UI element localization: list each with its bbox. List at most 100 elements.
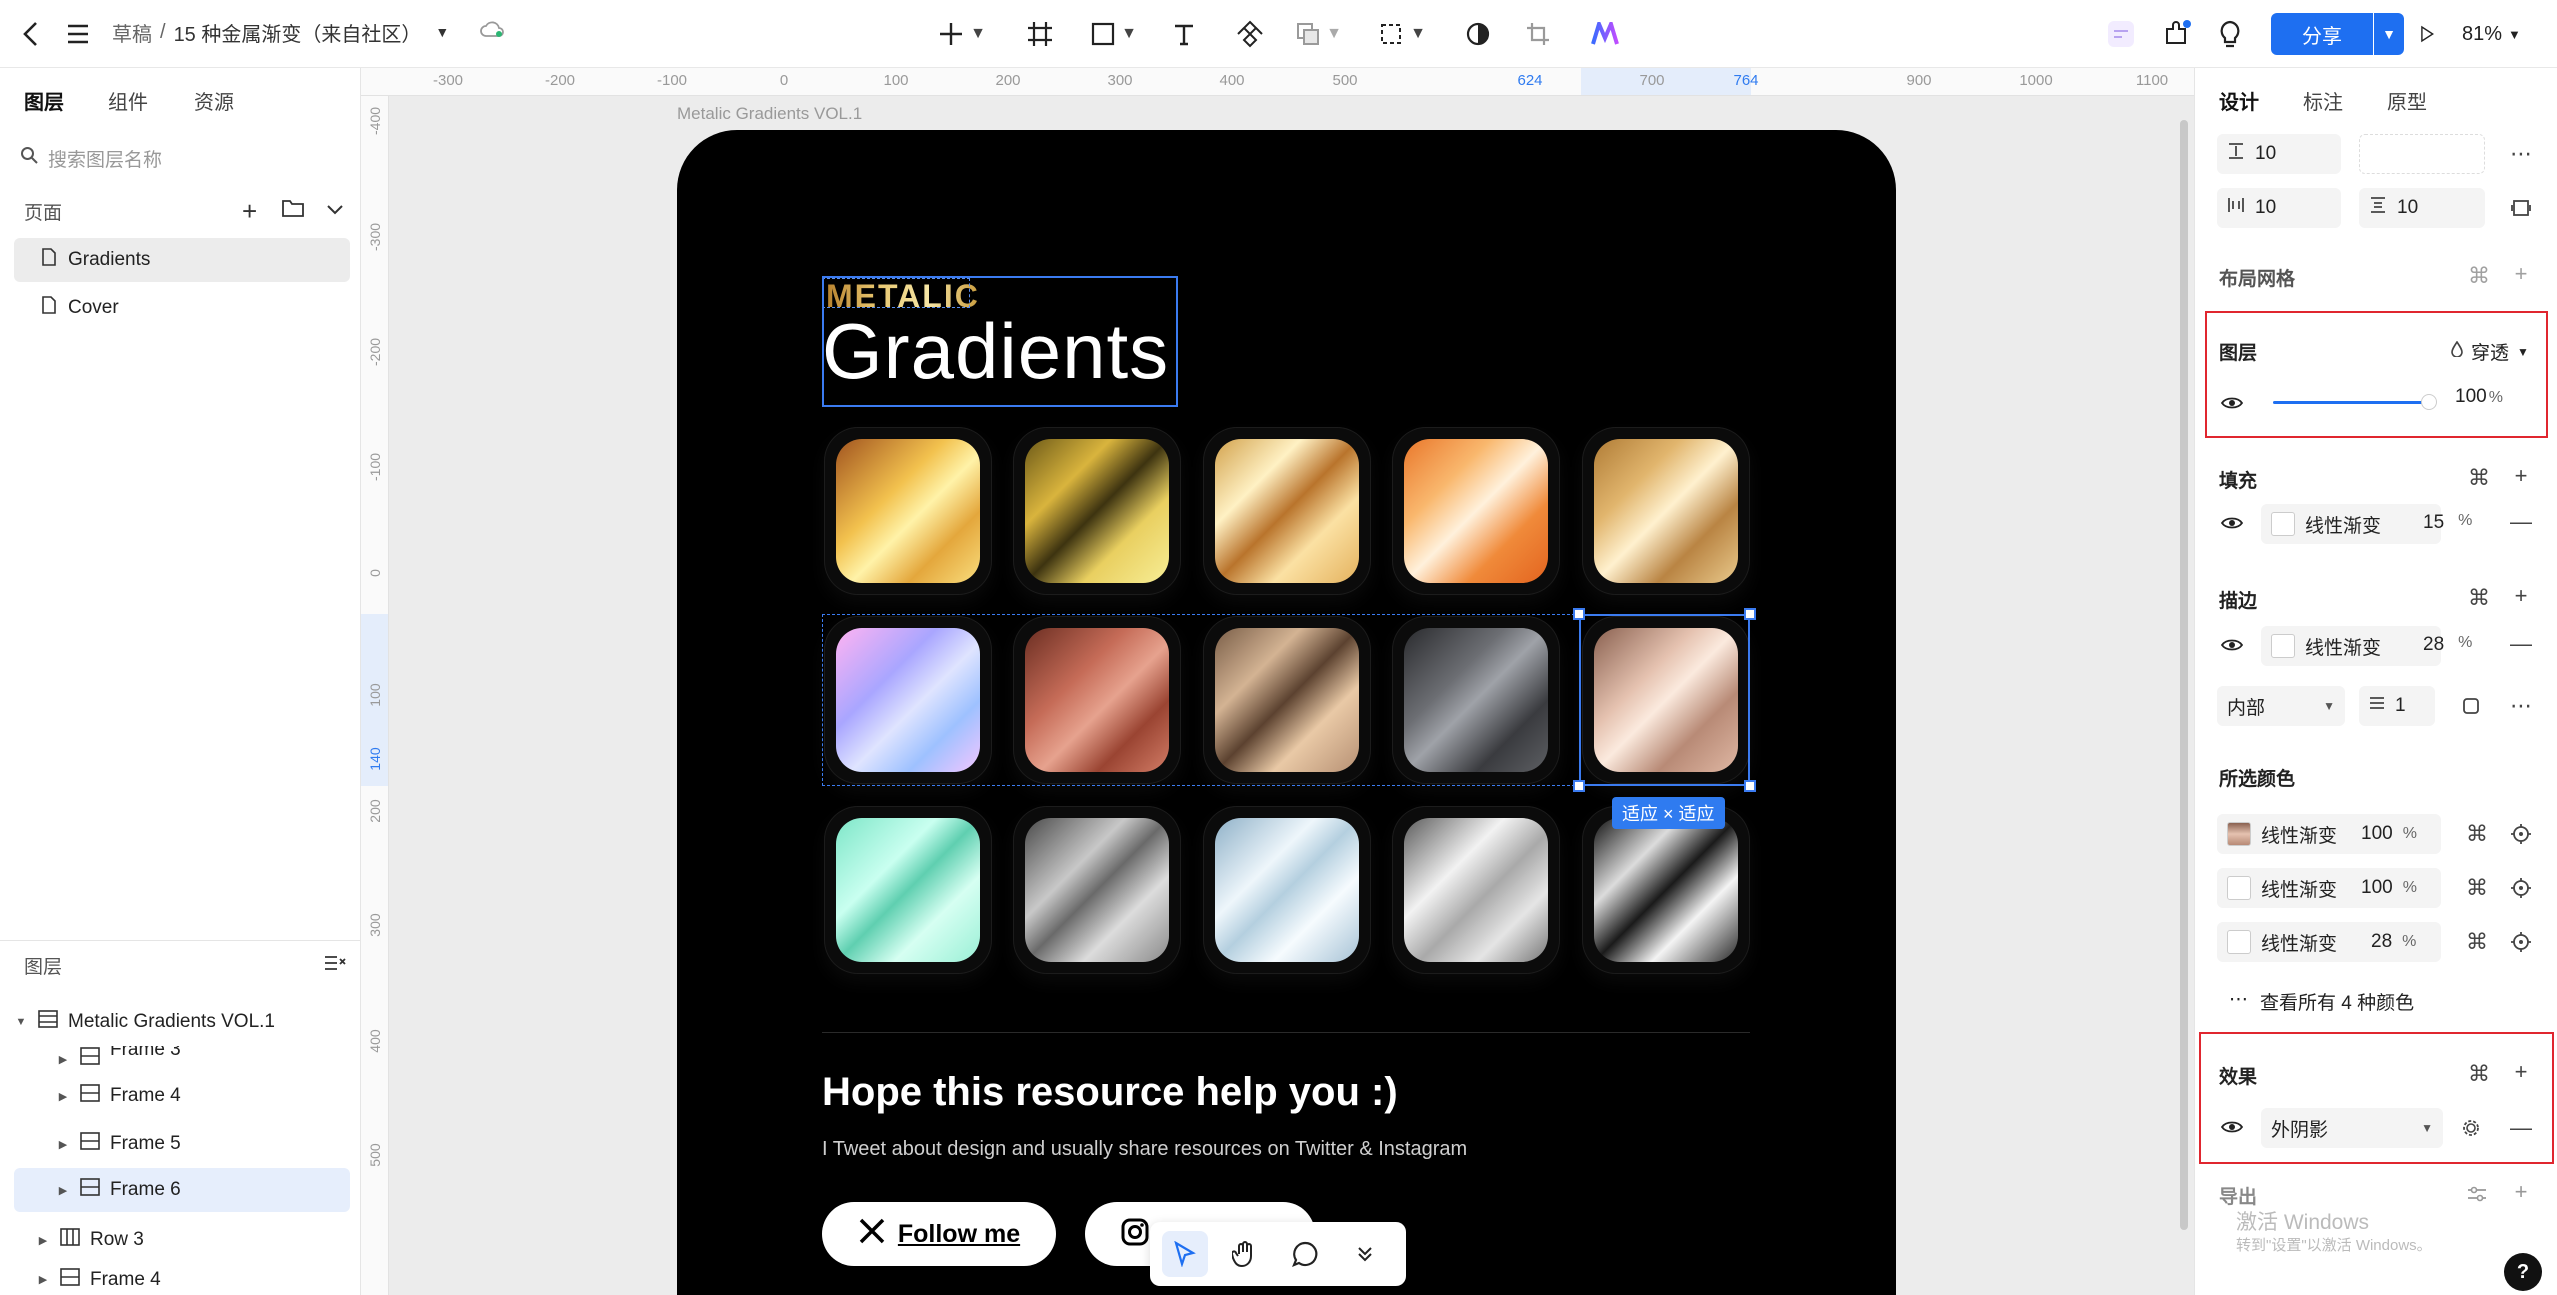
padding-top-field[interactable]: 10 [2359, 188, 2485, 228]
hope-heading[interactable]: Hope this resource help you :) [822, 1070, 1398, 1115]
view-all-colors-link[interactable]: ⋯ 查看所有 4 种颜色 [2229, 988, 2414, 1015]
stroke-width-field[interactable]: 1 [2359, 686, 2435, 726]
tab-layers[interactable]: 图层 [24, 86, 64, 115]
select-matching-layers-icon[interactable] [2507, 820, 2535, 848]
gradient-tile[interactable] [1582, 427, 1750, 595]
collapsed-caret-icon[interactable]: ▶ [36, 1273, 50, 1286]
help-button[interactable]: ? [2504, 1253, 2542, 1291]
select-matching-layers-icon[interactable] [2507, 928, 2535, 956]
resize-handle[interactable] [1573, 780, 1585, 792]
folder-icon[interactable] [282, 199, 304, 223]
stroke-sides-icon[interactable] [2457, 692, 2485, 720]
resize-handle[interactable] [1744, 608, 1756, 620]
select-matching-layers-icon[interactable] [2507, 874, 2535, 902]
add-page-icon[interactable]: + [242, 196, 257, 227]
gradient-tile[interactable] [1392, 806, 1560, 974]
collapsed-caret-icon[interactable]: ▶ [56, 1138, 70, 1151]
breadcrumb-root[interactable]: 草稿 [112, 18, 152, 47]
layer-row-selected[interactable]: ▶ Frame 6 [14, 1168, 350, 1212]
more-tools-chevron-icon[interactable] [1342, 1231, 1388, 1277]
resize-handle[interactable] [1573, 608, 1585, 620]
canvas-scrollbar[interactable] [2180, 120, 2188, 1230]
add-fill-icon[interactable]: + [2507, 462, 2535, 490]
more-options-icon[interactable]: ⋯ [2507, 140, 2535, 168]
ai-plugin-icon[interactable] [1588, 14, 1622, 54]
selected-color-swatch[interactable] [2227, 930, 2251, 954]
share-button[interactable]: 分享 [2271, 13, 2373, 55]
layer-row[interactable]: ▶ Row 3 [36, 1218, 350, 1262]
file-menu-chevron-icon[interactable]: ▼ [435, 24, 449, 40]
add-tool-icon[interactable]: ▼ [932, 14, 992, 54]
collaborator-avatar-icon[interactable] [2104, 14, 2138, 54]
tab-inspect[interactable]: 标注 [2303, 86, 2343, 115]
text-tool-icon[interactable] [1166, 14, 1202, 54]
effect-visibility-eye-icon[interactable] [2219, 1114, 2245, 1140]
frame-label[interactable]: Metalic Gradients VOL.1 [677, 104, 862, 124]
main-menu-icon[interactable] [62, 14, 94, 54]
contrast-icon[interactable] [1462, 14, 1494, 54]
stroke-opacity-field[interactable]: 28 % [2423, 634, 2472, 656]
gradient-tile[interactable] [1582, 806, 1750, 974]
selected-color-row[interactable]: 线性渐变 100 % [2217, 868, 2441, 908]
grid-styles-icon[interactable]: ⌘ [2465, 263, 2493, 288]
tab-components[interactable]: 组件 [108, 86, 148, 115]
stroke-type-field[interactable]: 线性渐变 [2261, 626, 2441, 666]
opacity-slider-thumb[interactable] [2421, 394, 2437, 410]
gradient-tile[interactable] [1203, 427, 1371, 595]
layer-row[interactable]: ▶ Frame 3 [56, 1046, 350, 1072]
layer-opacity-field[interactable]: 100 % [2455, 386, 2503, 408]
collapsed-caret-icon[interactable]: ▶ [56, 1184, 70, 1197]
plugins-icon[interactable] [2160, 14, 2194, 54]
opacity-slider-track[interactable] [2273, 401, 2423, 404]
remove-stroke-icon[interactable]: — [2507, 630, 2535, 658]
fill-opacity-field[interactable]: 15 % [2423, 512, 2472, 534]
independent-padding-icon[interactable] [2507, 194, 2535, 222]
tab-design[interactable]: 设计 [2219, 86, 2259, 115]
stroke-position-select[interactable]: 内部 ▼ [2217, 686, 2345, 726]
gradient-tile[interactable] [1013, 427, 1181, 595]
selected-color-swatch[interactable] [2227, 876, 2251, 900]
present-play-icon[interactable] [2398, 14, 2434, 54]
tips-bulb-icon[interactable] [2214, 14, 2246, 54]
frame-tool-icon[interactable] [1022, 14, 1058, 54]
add-export-icon[interactable]: + [2507, 1178, 2535, 1206]
vertical-gap-field[interactable]: 10 [2217, 134, 2341, 174]
layer-row[interactable]: ▶ Frame 4 [56, 1074, 350, 1118]
padding-left-field[interactable]: 10 [2217, 188, 2341, 228]
add-layout-grid-icon[interactable]: + [2507, 260, 2535, 288]
remove-effect-icon[interactable]: — [2507, 1114, 2535, 1142]
file-name[interactable]: 15 种金属渐变（来自社区） [174, 18, 422, 47]
shape-tool-icon[interactable]: ▼ [1084, 14, 1144, 54]
stroke-visibility-eye-icon[interactable] [2219, 632, 2245, 658]
gradient-tile[interactable] [1013, 806, 1181, 974]
expanded-caret-icon[interactable]: ▼ [14, 1016, 28, 1028]
collapsed-caret-icon[interactable]: ▶ [56, 1053, 70, 1066]
comment-icon[interactable] [1282, 1231, 1328, 1277]
follow-me-button[interactable]: Follow me [822, 1202, 1056, 1266]
blend-mode-select[interactable]: 穿透 ▼ [2451, 338, 2529, 365]
back-icon[interactable] [16, 14, 46, 54]
export-settings-icon[interactable] [2463, 1182, 2491, 1206]
fill-swatch[interactable] [2271, 512, 2295, 536]
layer-row[interactable]: ▼ Metalic Gradients VOL.1 [14, 1000, 350, 1044]
page-item-cover[interactable]: Cover [14, 286, 350, 330]
color-styles-icon[interactable]: ⌘ [2463, 820, 2491, 848]
fill-visibility-eye-icon[interactable] [2219, 510, 2245, 536]
gradient-tile[interactable] [1392, 427, 1560, 595]
add-stroke-icon[interactable]: + [2507, 582, 2535, 610]
selected-color-row[interactable]: 线性渐变 100 % [2217, 814, 2441, 854]
effect-type-select[interactable]: 外阴影 ▼ [2261, 1108, 2443, 1148]
gradient-tile[interactable] [824, 806, 992, 974]
fill-styles-icon[interactable]: ⌘ [2465, 465, 2493, 490]
resize-handle[interactable] [1744, 780, 1756, 792]
stroke-swatch[interactable] [2271, 634, 2295, 658]
collapse-pages-chevron-icon[interactable] [326, 200, 344, 222]
zoom-level[interactable]: 81% ▼ [2462, 14, 2521, 54]
effect-styles-icon[interactable]: ⌘ [2465, 1061, 2493, 1086]
collapse-layers-icon[interactable] [324, 955, 346, 977]
add-effect-icon[interactable]: + [2507, 1058, 2535, 1086]
effect-settings-icon[interactable] [2457, 1114, 2485, 1142]
boolean-tool-icon[interactable]: ▼ [1294, 14, 1344, 54]
gradient-tile[interactable] [1203, 806, 1371, 974]
layer-search[interactable]: 搜索图层名称 [20, 140, 350, 176]
